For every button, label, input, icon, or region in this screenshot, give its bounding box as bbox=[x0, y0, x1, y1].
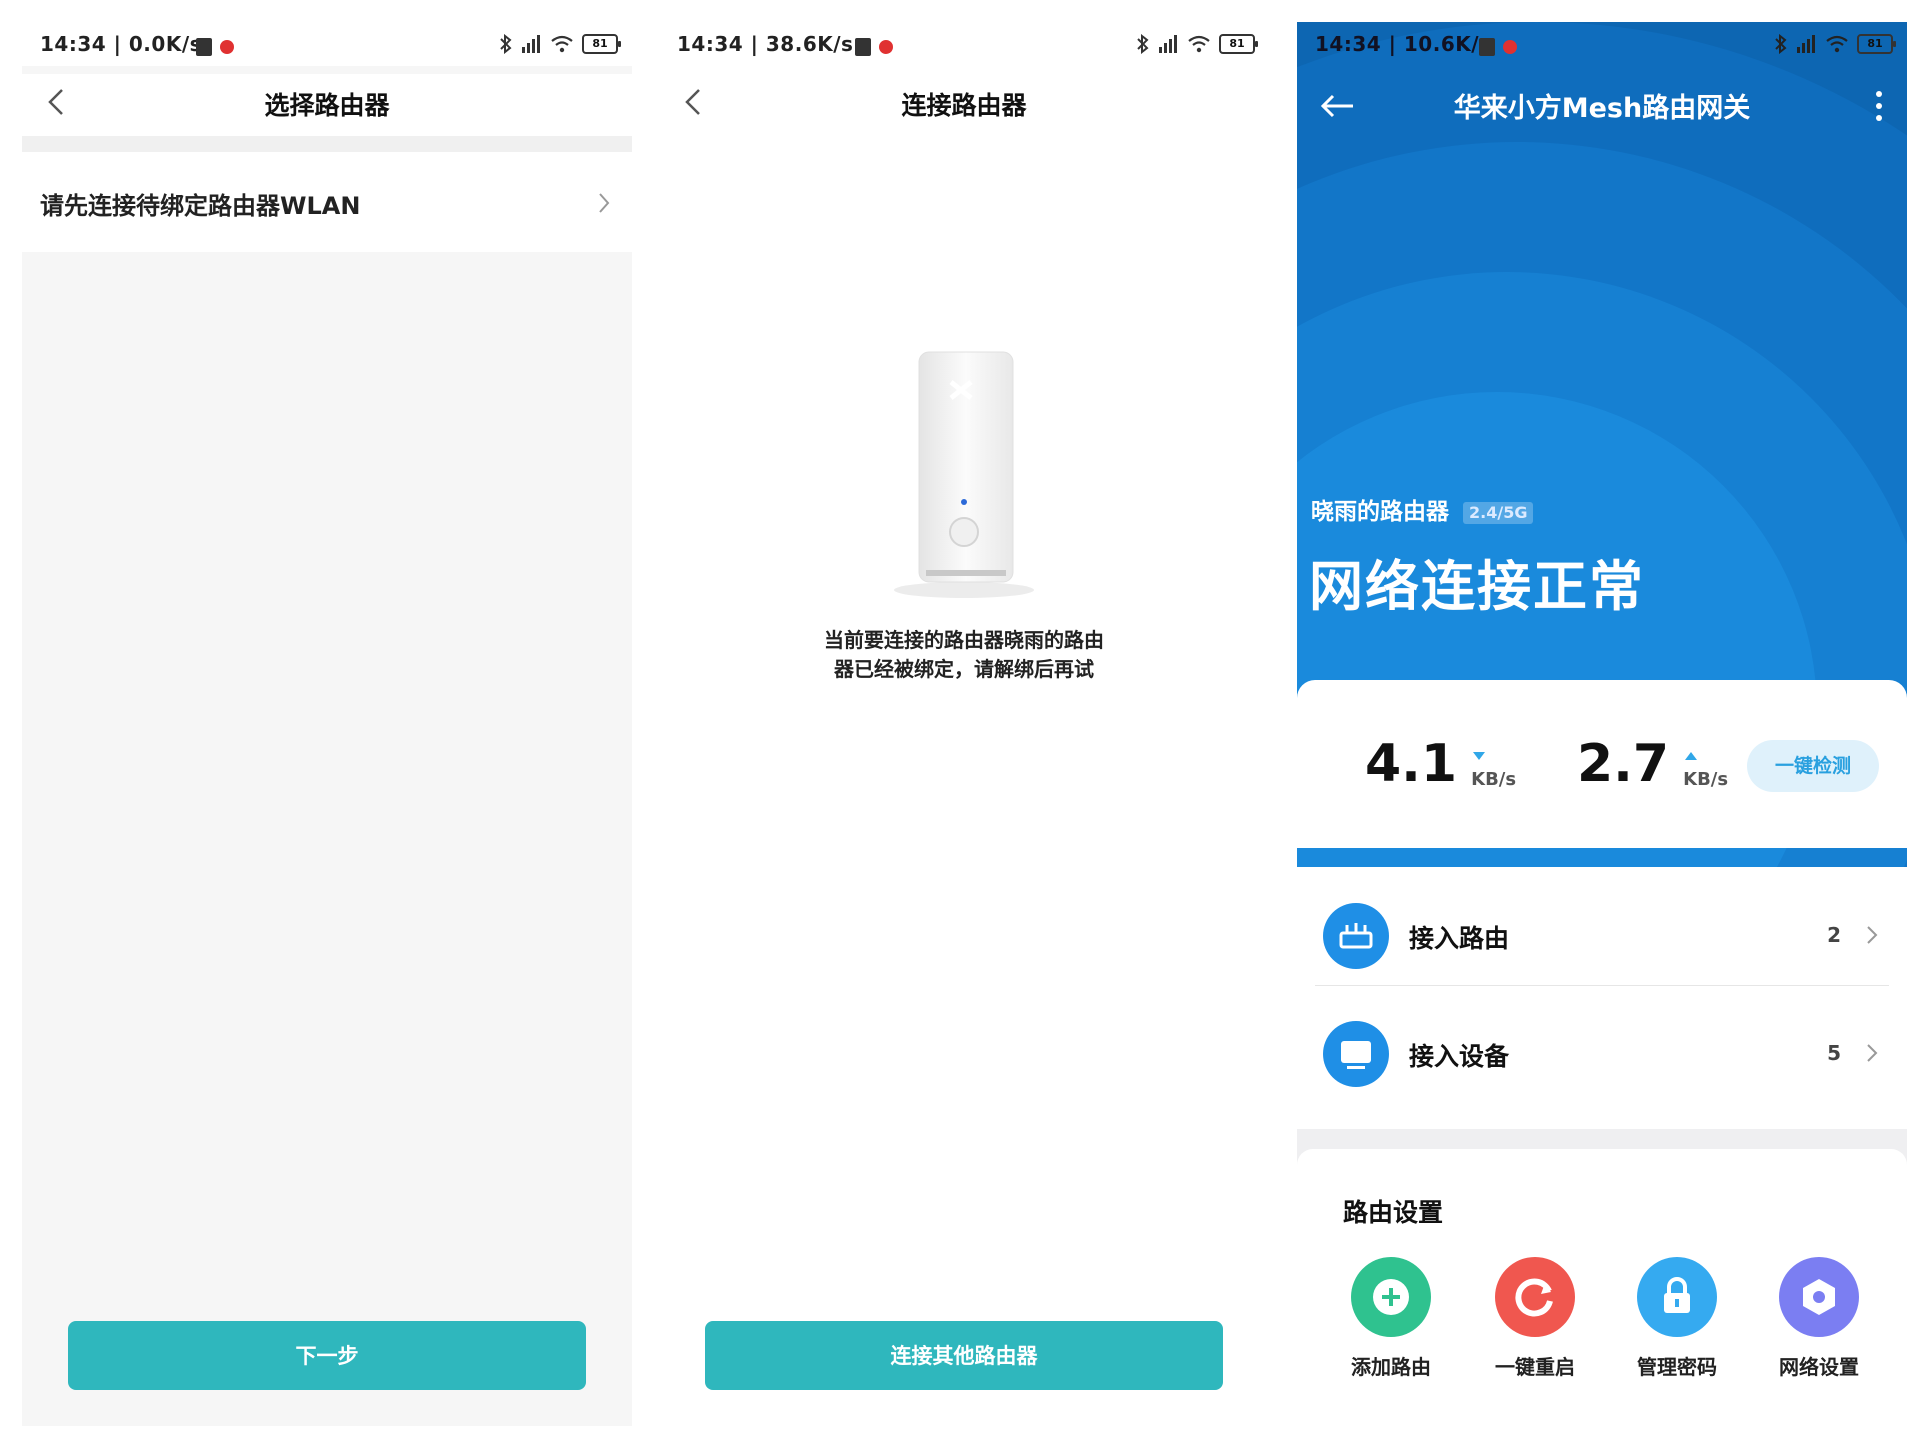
network-settings-action[interactable]: 网络设置 bbox=[1749, 1257, 1889, 1397]
list-item-connected-routers[interactable]: 接入路由 2 bbox=[1297, 867, 1907, 986]
battery-icon: 81 bbox=[1857, 34, 1896, 54]
action-label: 管理密码 bbox=[1637, 1355, 1717, 1379]
bound-message: 当前要连接的路由器晓雨的路由 器已经被绑定，请解绑后再试 bbox=[739, 626, 1189, 684]
notification-icon bbox=[879, 39, 893, 54]
download-speed-unit: KB/s bbox=[1471, 769, 1517, 790]
bluetooth-icon bbox=[1137, 34, 1149, 54]
status-time: 14:34 | 0.0K/s bbox=[40, 32, 203, 56]
status-bar: 14:34 | 38.6K/s 81 bbox=[659, 22, 1269, 66]
bound-message-line1: 当前要连接的路由器晓雨的路由 bbox=[824, 628, 1104, 652]
connect-wlan-row[interactable]: 请先连接待绑定路由器WLAN bbox=[22, 152, 632, 252]
battery-icon: 81 bbox=[582, 34, 621, 54]
signal-icon bbox=[522, 35, 540, 53]
list-item-count: 2 bbox=[1827, 923, 1841, 947]
signal-icon bbox=[1797, 35, 1815, 53]
divider bbox=[22, 136, 632, 152]
signal-icon bbox=[1159, 35, 1177, 53]
download-speed: 4.1 KB/s bbox=[1365, 736, 1531, 792]
status-icons: 81 bbox=[500, 30, 621, 58]
wifi-icon bbox=[551, 35, 573, 53]
restart-icon bbox=[1495, 1257, 1575, 1337]
one-click-detect-button[interactable]: 一键检测 bbox=[1747, 740, 1879, 792]
page-title: 华来小方Mesh路由网关 bbox=[1453, 93, 1751, 124]
wifi-icon bbox=[1188, 35, 1210, 53]
router-name: 晓雨的路由器 2.4/5G bbox=[1311, 492, 1534, 526]
status-time: 14:34 | 38.6K/s bbox=[677, 32, 854, 56]
battery-icon: 81 bbox=[1219, 34, 1258, 54]
wifi-icon bbox=[1826, 35, 1848, 53]
action-label: 一键重启 bbox=[1495, 1355, 1575, 1379]
bluetooth-icon bbox=[1775, 34, 1787, 54]
speed-card: 4.1 KB/s 2.7 KB/s 一键检测 bbox=[1297, 680, 1907, 848]
header: 连接路由器 bbox=[659, 74, 1269, 136]
page-title: 连接路由器 bbox=[901, 91, 1027, 120]
connect-other-router-button[interactable]: 连接其他路由器 bbox=[705, 1321, 1223, 1390]
add-router-action[interactable]: 添加路由 bbox=[1321, 1257, 1461, 1397]
sim-icon bbox=[855, 37, 871, 56]
connection-status: 网络连接正常 bbox=[1309, 555, 1645, 618]
action-label: 网络设置 bbox=[1779, 1355, 1859, 1379]
lock-icon bbox=[1637, 1257, 1717, 1337]
download-speed-value: 4.1 bbox=[1365, 734, 1458, 794]
bound-message-line2: 器已经被绑定，请解绑后再试 bbox=[834, 657, 1094, 681]
page-title: 选择路由器 bbox=[264, 91, 390, 120]
download-arrow-icon bbox=[1473, 752, 1486, 760]
list-item-count: 5 bbox=[1827, 1041, 1841, 1065]
restart-action[interactable]: 一键重启 bbox=[1465, 1257, 1605, 1397]
chevron-right-icon bbox=[599, 193, 610, 213]
next-button[interactable]: 下一步 bbox=[68, 1321, 586, 1390]
router-device-image bbox=[894, 351, 1034, 598]
header: 选择路由器 bbox=[22, 74, 632, 136]
bluetooth-icon bbox=[500, 34, 512, 54]
router-icon bbox=[1323, 903, 1389, 969]
upload-speed-unit: KB/s bbox=[1683, 769, 1729, 790]
list-item-label: 接入路由 bbox=[1409, 924, 1510, 953]
settings-title: 路由设置 bbox=[1343, 1198, 1444, 1227]
manage-password-action[interactable]: 管理密码 bbox=[1607, 1257, 1747, 1397]
upload-arrow-icon bbox=[1685, 752, 1698, 760]
screen-router-dashboard: 14:34 | 10.6K/s 81 华来小方Mesh路由网关 晓雨的路由器 2.… bbox=[1297, 22, 1907, 1426]
more-options-icon[interactable] bbox=[1873, 88, 1885, 124]
sim-icon bbox=[196, 37, 212, 56]
upload-speed: 2.7 KB/s bbox=[1577, 736, 1743, 792]
monitor-icon bbox=[1323, 1021, 1389, 1087]
sim-icon bbox=[1479, 37, 1495, 56]
chevron-right-icon bbox=[1867, 926, 1878, 944]
add-router-icon bbox=[1351, 1257, 1431, 1337]
screen-select-router: 14:34 | 0.0K/s 81 选择路由器 请先连接待绑定路由器WLAN 下… bbox=[22, 22, 632, 1426]
access-list: 接入路由 2 接入设备 5 bbox=[1297, 867, 1907, 1129]
connect-wlan-label: 请先连接待绑定路由器WLAN bbox=[40, 192, 361, 220]
upload-speed-value: 2.7 bbox=[1577, 734, 1670, 794]
notification-icon bbox=[220, 39, 234, 54]
gear-icon bbox=[1779, 1257, 1859, 1337]
list-item-connected-devices[interactable]: 接入设备 5 bbox=[1297, 985, 1907, 1103]
router-name-text: 晓雨的路由器 bbox=[1311, 499, 1449, 525]
notification-icon bbox=[1503, 39, 1517, 54]
list-item-label: 接入设备 bbox=[1409, 1042, 1510, 1071]
status-time: 14:34 | 10.6K/s bbox=[1315, 32, 1492, 56]
status-bar: 14:34 | 0.0K/s 81 bbox=[22, 22, 632, 66]
status-bar: 14:34 | 10.6K/s 81 bbox=[1297, 22, 1907, 66]
screen-connect-router: 14:34 | 38.6K/s 81 连接路由器 当前要连接的路由器晓雨的路由 … bbox=[659, 22, 1269, 1426]
status-icons: 81 bbox=[1775, 30, 1896, 58]
router-settings-card: 路由设置 添加路由 一键重启 管理密码 网络设置 bbox=[1297, 1149, 1907, 1426]
band-badge: 2.4/5G bbox=[1463, 501, 1534, 524]
action-label: 添加路由 bbox=[1351, 1355, 1431, 1379]
status-icons: 81 bbox=[1137, 30, 1258, 58]
chevron-right-icon bbox=[1867, 1044, 1878, 1062]
